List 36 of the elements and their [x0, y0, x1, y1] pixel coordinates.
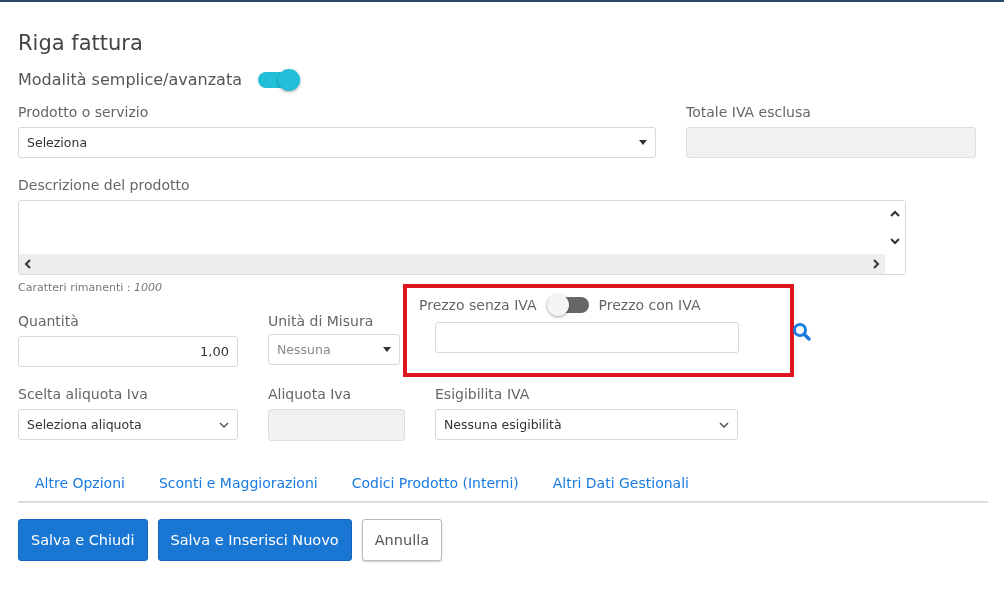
scroll-left-icon[interactable]	[23, 259, 33, 269]
save-button[interactable]: Salva e Chiudi	[18, 519, 148, 561]
tab-link[interactable]: Altre Opzioni	[35, 475, 125, 491]
vat-select[interactable]: Seleziona aliquota	[18, 409, 238, 440]
tab-link[interactable]: Codici Prodotto (Interni)	[351, 475, 519, 491]
unit-select[interactable]: Nessuna	[268, 334, 400, 365]
scroll-down-icon[interactable]	[890, 235, 900, 246]
price-without-vat-label: Prezzo senza IVA	[419, 296, 537, 314]
save-button[interactable]: Salva e Inserisci Nuovo	[157, 519, 352, 561]
vat-due-select[interactable]: Nessuna esigibilità	[435, 409, 738, 440]
field-label: Descrizione del prodotto	[18, 176, 191, 194]
caret-icon	[639, 140, 647, 145]
chevron-down-icon	[219, 421, 229, 428]
search-icon[interactable]	[792, 322, 812, 342]
toggle-switch[interactable]	[546, 297, 589, 313]
scroll-right-icon[interactable]	[871, 259, 881, 269]
quantity-input[interactable]: 1,00	[18, 336, 238, 367]
toggle-switch[interactable]	[257, 71, 300, 88]
cancel-button[interactable]: Annulla	[361, 519, 443, 561]
field-label: Quantità	[18, 312, 80, 330]
caret-icon	[383, 347, 391, 352]
product-select[interactable]: Seleziona	[18, 127, 656, 158]
chevron-down-icon	[719, 421, 729, 428]
field-label: Unità di Misura	[268, 312, 375, 330]
remaining-characters: Caratteri rimanenti : 1000	[18, 281, 163, 294]
price-input[interactable]	[435, 322, 739, 353]
tab-link[interactable]: Sconti e Maggiorazioni	[158, 475, 318, 491]
field-label: Totale IVA esclusa	[686, 103, 812, 121]
mode-label: Modalità semplice/avanzata	[18, 70, 242, 89]
field-label: Esigibilita IVA	[435, 385, 531, 403]
field-label: Aliquota Iva	[268, 385, 353, 403]
field-label: Scelta aliquota Iva	[18, 385, 149, 403]
price-with-vat-label: Prezzo con IVA	[598, 296, 701, 314]
field-label: Prodotto o servizio	[18, 103, 150, 121]
tab-link[interactable]: Altri Dati Gestionali	[552, 475, 689, 491]
dialog-title: Riga fattura	[18, 30, 144, 56]
